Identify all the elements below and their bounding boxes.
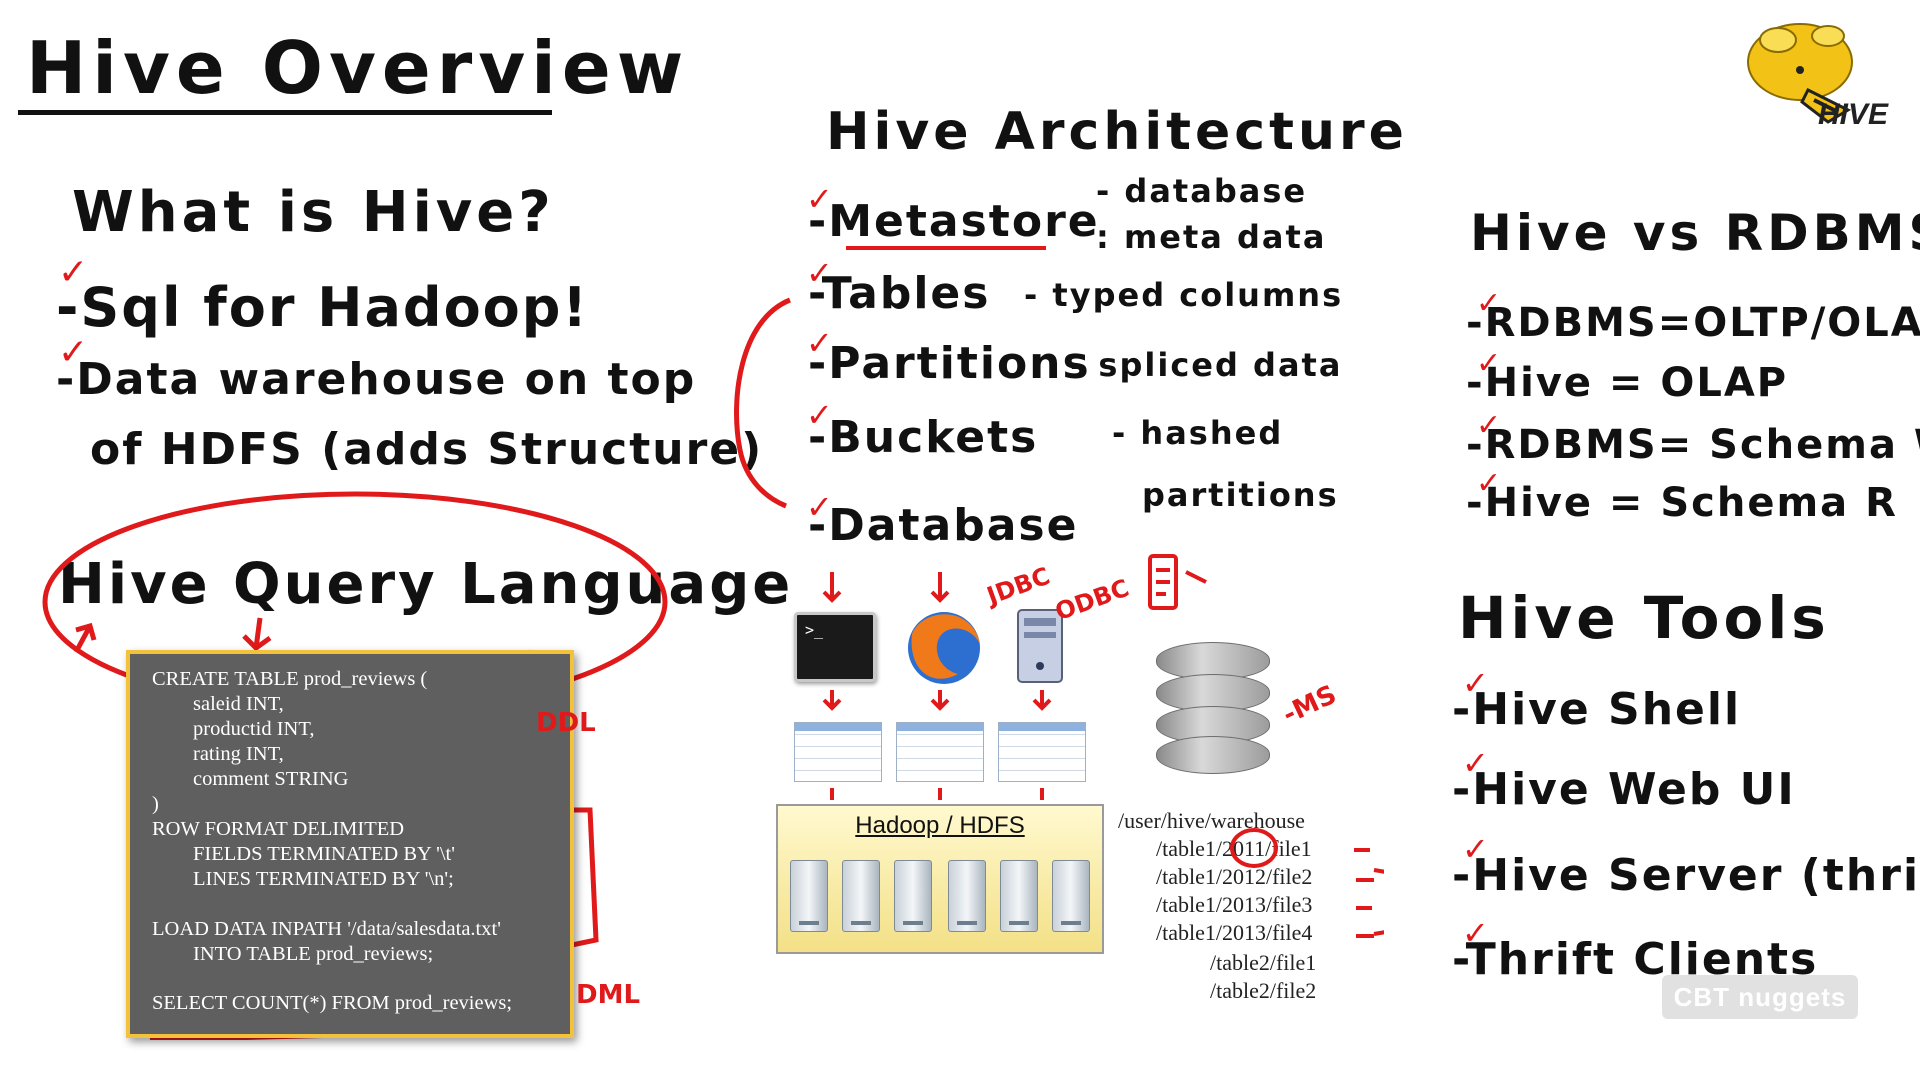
page-title: Hive Overview: [26, 26, 690, 110]
watermark-logo: CBT nuggets: [1662, 975, 1858, 1019]
buckets-note-2: partitions: [1142, 476, 1339, 514]
left-item-dw-2: of HDFS (adds Structure): [90, 424, 764, 475]
architecture-heading: Hive Architecture: [826, 102, 1408, 162]
hdfs-node-icon: [894, 860, 932, 932]
tool-item-webui: -Hive Web UI: [1452, 764, 1796, 815]
sql-line: ): [152, 793, 159, 815]
partitions-note: - spliced data: [1070, 346, 1343, 384]
sql-line: LINES TERMINATED BY '\n';: [152, 868, 454, 890]
arch-item-buckets: -Buckets: [808, 412, 1039, 463]
hive-tools-heading: Hive Tools: [1458, 584, 1830, 652]
arch-item-partitions: -Partitions: [808, 338, 1091, 389]
what-is-hive-heading: What is Hive?: [72, 180, 555, 245]
sql-code-box: CREATE TABLE prod_reviews ( saleid INT, …: [126, 650, 574, 1038]
arch-item-metastore: -Metastore: [808, 196, 1100, 247]
document-icon: [1148, 554, 1207, 610]
vs-item-hive-schema: -Hive = Schema R: [1466, 480, 1898, 526]
sql-line: LOAD DATA INPATH '/data/salesdata.txt': [152, 918, 501, 940]
table-grid-icon: [998, 722, 1086, 782]
metastore-database-icon: [1156, 642, 1270, 774]
metastore-underline: [846, 246, 1046, 250]
metastore-note: - database: [1096, 172, 1308, 210]
hdfs-node-icon: [842, 860, 880, 932]
sql-line: rating INT,: [152, 743, 284, 765]
ddl-note: DDL: [536, 708, 596, 738]
sql-line: saleid INT,: [152, 693, 284, 715]
grouping-bracket: [734, 297, 791, 509]
vs-item-rdbms-schema: -RDBMS= Schema W: [1466, 422, 1920, 468]
hdfs-label: Hadoop / HDFS: [855, 812, 1025, 839]
sql-line: FIELDS TERMINATED BY '\t': [152, 843, 455, 865]
vs-item-hive-olap: -Hive = OLAP: [1466, 360, 1789, 406]
table-grid-icon: [896, 722, 984, 782]
tool-item-server: -Hive Server (thrift): [1452, 850, 1920, 901]
logo-text: HIVE: [1818, 98, 1889, 131]
left-item-sql: -Sql for Hadoop!: [56, 276, 590, 339]
hive-vs-rdbms-heading: Hive vs RDBMS: [1470, 204, 1920, 262]
metastore-note-2: : meta data: [1096, 218, 1327, 256]
dml-note: DML: [576, 980, 641, 1010]
sql-line: SELECT COUNT(*) FROM prod_reviews;: [152, 992, 513, 1014]
sql-line: CREATE TABLE prod_reviews (: [152, 668, 428, 690]
sql-line: comment STRING: [152, 768, 349, 790]
vs-item-rdbms-oltp: -RDBMS=OLTP/OLAP: [1466, 300, 1920, 346]
buckets-note: - hashed: [1112, 414, 1284, 452]
arch-item-tables: -Tables: [808, 268, 991, 319]
sql-line: INTO TABLE prod_reviews;: [152, 943, 434, 965]
ms-note: -MS: [1278, 679, 1342, 731]
title-underline: [18, 110, 552, 115]
hdfs-node-icon: [1000, 860, 1038, 932]
arch-item-database: -Database: [808, 500, 1079, 551]
table-grid-icon: [794, 722, 882, 782]
hdfs-node-icon: [1052, 860, 1090, 932]
path-annotations: [1230, 828, 1384, 938]
hive-logo: HIVE: [1738, 10, 1888, 132]
sql-line: ROW FORMAT DELIMITED: [152, 818, 405, 840]
hdfs-node-icon: [790, 860, 828, 932]
left-item-dw: -Data warehouse on top: [56, 354, 697, 405]
sql-line: productid INT,: [152, 718, 315, 740]
tool-item-shell: -Hive Shell: [1452, 684, 1742, 735]
hdfs-node-icon: [948, 860, 986, 932]
tables-note: - typed columns: [1024, 276, 1344, 314]
